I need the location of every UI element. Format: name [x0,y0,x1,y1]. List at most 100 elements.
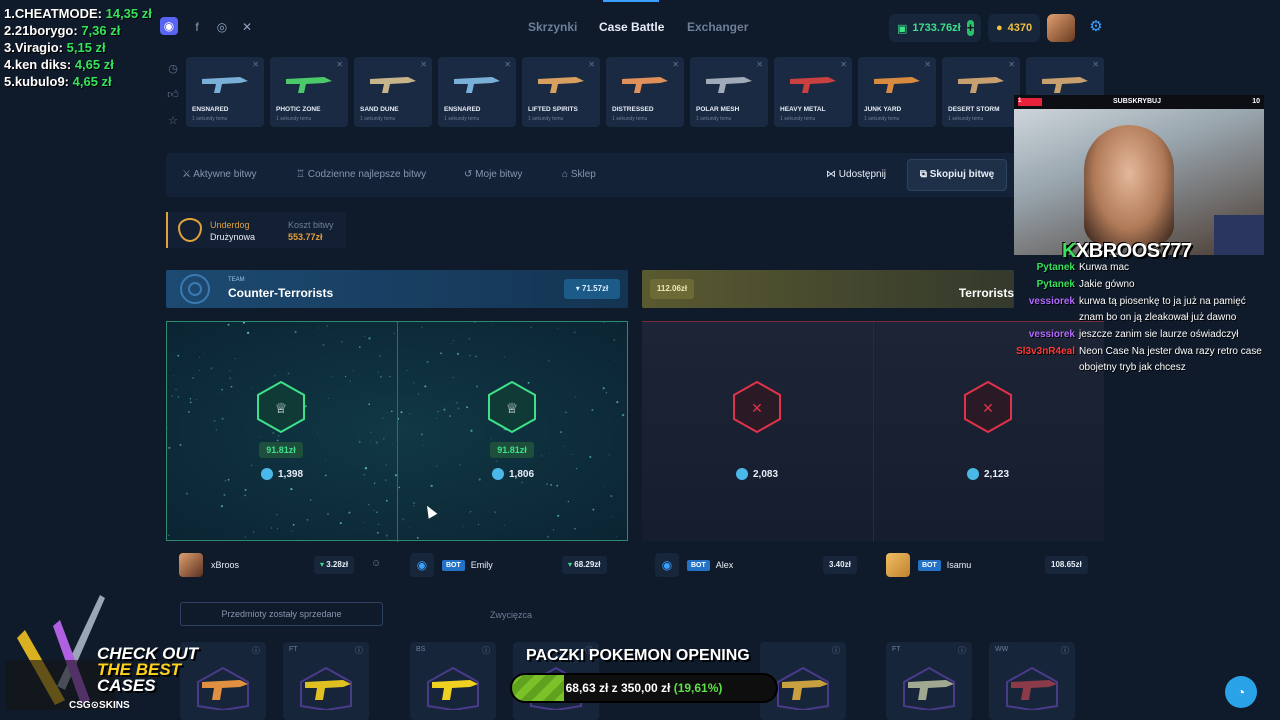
deposit-button[interactable]: + [966,20,975,36]
chat-user[interactable]: vessiorek [1016,294,1079,326]
tab-case-battle[interactable]: Case Battle [599,20,664,34]
streamer-face [1084,125,1174,245]
copy-battle-button[interactable]: ⧉ Skopiuj bitwę [907,159,1007,191]
player-value: 108.65zł [1045,556,1088,574]
player-xbroos[interactable]: xBroos [179,552,239,578]
sub-goal-fill [1018,98,1043,106]
chat-user[interactable]: Sl3v3nR4eal [1016,344,1079,376]
item-card[interactable]: BS ⓘ [410,642,496,720]
chat-user[interactable]: Pytanek [1016,277,1079,293]
support-chat-button[interactable]: ◔ [1225,676,1257,708]
player-isamu[interactable]: BOT Isamu [886,552,971,578]
chat-message: Sl3v3nR4eal Neon Case Na jester dwa razy … [1016,344,1262,376]
slot-ticket: 1,398 [261,468,303,480]
weapon-type-icon: ✕ [504,60,511,69]
live-drop-item[interactable]: ✕ ENSNARED 1 sekundy temu [438,57,516,127]
slot-divider [873,322,874,542]
chat-user[interactable]: vessiorek [1016,327,1079,343]
tab-exchanger[interactable]: Exchanger [687,20,748,34]
player-name: Isamu [946,560,972,570]
active-tab-indicator [603,0,659,2]
player-alex[interactable]: ◉ BOT Alex [655,552,733,578]
weapon-icon [370,77,416,93]
history-icon: ↺ [464,169,473,180]
instagram-icon[interactable]: ◎ [213,18,231,36]
weapon-icon [1042,77,1088,93]
player-value: ▾ 3.28zł [314,556,355,574]
bot-badge: BOT [442,559,465,571]
svg-text:♕: ♕ [275,400,288,416]
wallet-icon: ▣ [897,22,908,35]
live-drop-item[interactable]: ✕ SAND DUNE 1 sekundy temu [354,57,432,127]
slot-ticket: 1,806 [492,468,534,480]
loser-x-icon: ✕ [964,380,1012,434]
settings-gear-icon[interactable]: ⚙ [1085,16,1107,38]
items-sold-button[interactable]: Przedmioty zostały sprzedane [180,602,383,626]
bot-badge: BOT [918,559,941,571]
live-drop-item[interactable]: ✕ DISTRESSED 1 sekundy temu [606,57,684,127]
weapon-icon [538,77,584,93]
live-drop-item[interactable]: ✕ DESERT STORM 1 sekundy temu [942,57,1020,127]
nav-my-battles[interactable]: ↺ Moje bitwy [464,169,522,180]
team-ct-header: TEAM Counter-Terrorists ▾ 71.57zł [166,270,628,308]
chat-message: Pytanek Jakie gówno [1016,277,1262,293]
clock-icon[interactable]: ◷ [166,62,180,76]
drop-time: 1 sekundy temu [192,116,228,122]
coin-icon: ● [996,22,1003,34]
share-button[interactable]: ⋈ Udostępnij [826,169,886,180]
mode-type: Drużynowa [210,232,256,242]
wallet-balance[interactable]: ▣ 1733.76zł + [889,14,981,42]
info-icon[interactable]: ⓘ [355,645,363,656]
pack-goal-bar: 68,63 zł z 350,00 zł (19,61%) [510,673,778,703]
drop-time: 1 sekundy temu [948,116,984,122]
bot-avatar-icon: ◉ [655,553,679,577]
leader-row: 2.21borygo: 7,36 zł [4,23,121,38]
live-drop-item[interactable]: ✕ ENSNARED 1 sekundy temu [186,57,264,127]
tab-skrzynki[interactable]: Skrzynki [528,20,577,34]
leader-row: 3.Viragio: 5,15 zł [4,40,106,55]
slot-win-value: 91.81zł [259,442,303,458]
player-emily[interactable]: ◉ BOT Emily [410,552,493,578]
leader-row: 1.CHEATMODE: 14,35 zł [4,6,152,21]
x-twitter-icon[interactable]: ✕ [238,18,256,36]
star-icon[interactable]: ☆ [166,114,180,128]
live-drop-item[interactable]: ✕ LIFTED SPIRITS 1 sekundy temu [522,57,600,127]
slot-ticket: 2,123 [967,468,1009,480]
cost-label: Koszt bitwy [288,220,334,230]
drop-time: 1 sekundy temu [780,116,816,122]
smile-icon[interactable]: ☺ [371,558,381,569]
team-value: ▾ 71.57zł [564,279,620,299]
avatar [886,553,910,577]
live-drop-item[interactable]: ✕ PHOTIC ZONE 1 sekundy temu [270,57,348,127]
mode-name: Underdog [210,220,250,230]
weapon-icon [202,77,248,93]
basket-icon: ⌂ [562,169,569,180]
facebook-icon[interactable]: f [188,18,206,36]
item-card[interactable]: FT ⓘ [283,642,369,720]
info-icon[interactable]: ⓘ [252,645,260,656]
coin-balance[interactable]: ● 4370 [988,14,1040,42]
discord-icon[interactable]: ◉ [160,17,178,35]
item-card[interactable]: FT ⓘ [886,642,972,720]
drop-name: ENSNARED [192,106,229,113]
user-avatar[interactable] [1047,14,1075,42]
info-icon[interactable]: ⓘ [1061,645,1069,656]
item-card[interactable]: WW ⓘ [989,642,1075,720]
info-icon[interactable]: ⓘ [832,645,840,656]
thumbs-up-icon[interactable]: 👍︎ [166,88,180,102]
info-icon[interactable]: ⓘ [958,645,966,656]
live-drop-item[interactable]: ✕ POLAR MESH 1 sekundy temu [690,57,768,127]
drop-time: 1 sekundy temu [612,116,648,122]
live-drop-item[interactable]: ✕ HEAVY METAL 1 sekundy temu [774,57,852,127]
weapon-icon [706,77,752,93]
nav-active-battles[interactable]: ⚔ Aktywne bitwy [182,169,257,180]
live-drop-item[interactable]: ✕ JUNK YARD 1 sekundy temu [858,57,936,127]
chat-message: vessiorek jeszcze zanim sie laurze oświad… [1016,327,1262,343]
sub-goal-bar: 1 SUBSKRYBUJ 10 [1014,95,1264,109]
info-icon[interactable]: ⓘ [482,645,490,656]
chat-user[interactable]: Pytanek [1016,260,1079,276]
nav-shop[interactable]: ⌂ Sklep [562,169,596,180]
item-wear: FT [892,646,901,653]
weapon-icon [300,666,352,710]
nav-daily-best[interactable]: ♖ Codzienne najlepsze bitwy [296,169,426,180]
